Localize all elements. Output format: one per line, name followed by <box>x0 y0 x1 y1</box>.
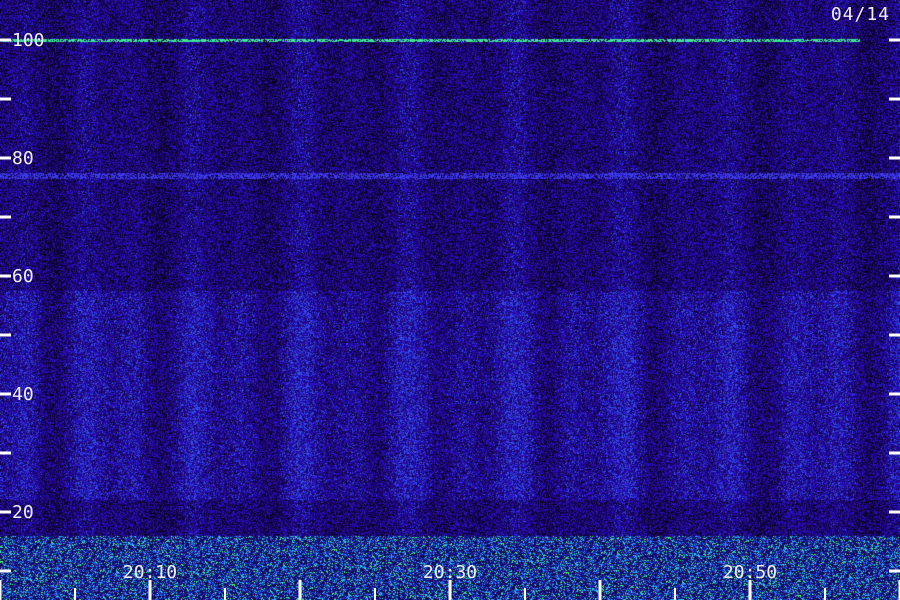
spectrogram-panel: 100 80 60 40 20 20:10 20:30 20:50 04/14 <box>0 0 900 600</box>
y-tick-label: 40 <box>12 384 34 405</box>
date-label: 04/14 <box>830 4 890 25</box>
axis-overlay: 100 80 60 40 20 20:10 20:30 20:50 <box>0 30 900 600</box>
x-tick-label: 20:30 <box>423 562 477 583</box>
y-tick-label: 20 <box>12 502 34 523</box>
y-tick-label: 80 <box>12 148 34 169</box>
x-tick-label: 20:10 <box>123 562 177 583</box>
x-tick-label: 20:50 <box>723 562 777 583</box>
y-tick-label: 100 <box>12 30 45 51</box>
y-tick-label: 60 <box>12 266 34 287</box>
